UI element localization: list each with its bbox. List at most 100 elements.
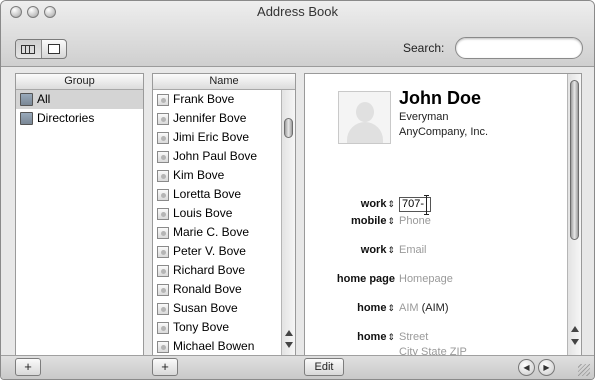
previous-card-button[interactable]: ◀ (518, 359, 535, 376)
updown-arrows-icon: ⇕ (387, 216, 395, 226)
contact-card-icon (157, 283, 169, 296)
list-item[interactable]: Michael Bowen (153, 337, 281, 356)
person-silhouette-body (347, 122, 383, 143)
updown-arrows-icon: ⇕ (387, 303, 395, 313)
contact-card-icon (157, 321, 169, 334)
contact-card-icon (157, 245, 169, 258)
updown-arrows-icon: ⇕ (387, 245, 395, 255)
card-only-view-button[interactable] (40, 40, 67, 58)
view-mode-control (15, 39, 67, 59)
contact-card-icon (157, 207, 169, 220)
contact-card-icon (157, 93, 169, 106)
list-item[interactable]: Tony Bove (153, 318, 281, 337)
scroll-down-arrow-icon[interactable] (285, 342, 293, 348)
contact-card-icon (157, 340, 169, 353)
list-item[interactable]: Peter V. Bove (153, 242, 281, 261)
list-item[interactable]: Loretta Bove (153, 185, 281, 204)
contact-name: Michael Bowen (173, 339, 255, 353)
contact-card-icon (157, 169, 169, 182)
contact-name: Kim Bove (173, 168, 225, 182)
column-view-button[interactable] (16, 40, 41, 58)
list-item[interactable]: Richard Bove (153, 261, 281, 280)
group-item-label: All (37, 92, 51, 106)
contact-name: Loretta Bove (173, 187, 242, 201)
contact-name: John Paul Bove (173, 149, 258, 163)
mobile-phone-field[interactable]: Phone (399, 215, 431, 227)
contact-name: Peter V. Bove (173, 244, 246, 258)
card-scrollbar[interactable] (567, 74, 581, 355)
field-label-text: mobile (351, 215, 387, 227)
homepage-label: home page (336, 273, 395, 285)
contact-card-icon (157, 131, 169, 144)
title-toolbar: Address Book Search: (1, 1, 594, 67)
search-input[interactable] (455, 37, 583, 59)
address-street-field[interactable]: Street (399, 331, 428, 343)
contact-card-icon (157, 264, 169, 277)
list-item[interactable]: Marie C. Bove (153, 223, 281, 242)
list-item[interactable]: Jimi Eric Bove (153, 128, 281, 147)
mobile-phone-label[interactable]: mobile⇕ (305, 215, 395, 227)
resize-grip-icon[interactable] (578, 364, 590, 376)
aim-field[interactable]: AIM (AIM) (399, 302, 449, 314)
group-item-all[interactable]: All (16, 90, 143, 109)
window-title: Address Book (257, 4, 338, 19)
contact-name: Marie C. Bove (173, 225, 250, 239)
contact-card-icon (157, 150, 169, 163)
card-view-icon (47, 44, 60, 54)
name-column-header[interactable]: Name (153, 74, 295, 90)
contact-card-icon (157, 188, 169, 201)
group-column: Group All Directories (15, 73, 144, 356)
field-label-text: work (360, 244, 387, 256)
group-item-directories[interactable]: Directories (16, 109, 143, 128)
scroll-up-arrow-icon[interactable] (285, 330, 293, 336)
add-group-button[interactable]: + (15, 358, 41, 376)
address-book-window: Address Book Search: Group All Directori… (0, 0, 595, 380)
list-item[interactable]: Frank Bove (153, 90, 281, 109)
group-column-header[interactable]: Group (16, 74, 143, 90)
email-field[interactable]: Email (399, 244, 427, 256)
contact-job-title[interactable]: Everyman (399, 111, 449, 123)
list-item[interactable]: Jennifer Bove (153, 109, 281, 128)
contact-name: Susan Bove (173, 301, 238, 315)
name-column: Name Frank Bove Jennifer Bove Jimi Eric … (152, 73, 296, 356)
field-label-text: home (357, 302, 387, 314)
contact-company[interactable]: AnyCompany, Inc. (399, 126, 488, 138)
directory-icon (20, 112, 33, 125)
contact-card-icon (157, 226, 169, 239)
person-silhouette-icon (356, 102, 374, 122)
card-column: John Doe Everyman AnyCompany, Inc. work⇕… (304, 73, 582, 358)
contact-card-icon (157, 302, 169, 315)
list-item[interactable]: John Paul Bove (153, 147, 281, 166)
search-label: Search: (403, 41, 445, 55)
contact-name: Jennifer Bove (173, 111, 247, 125)
scrollbar-thumb[interactable] (570, 80, 579, 240)
homepage-field[interactable]: Homepage (399, 273, 453, 285)
aim-placeholder: AIM (399, 302, 419, 314)
address-label[interactable]: home⇕ (305, 331, 395, 343)
group-item-label: Directories (37, 111, 95, 125)
contact-name: Tony Bove (173, 320, 230, 334)
bottom-bar: + + Edit ◀ ▶ (1, 355, 594, 379)
contact-name: Ronald Bove (173, 282, 242, 296)
contact-photo[interactable] (338, 91, 391, 144)
scrollbar-thumb[interactable] (284, 118, 293, 138)
aim-service-label: (AIM) (421, 302, 449, 314)
list-item[interactable]: Susan Bove (153, 299, 281, 318)
work-phone-label[interactable]: work⇕ (305, 198, 395, 210)
name-list-scrollbar[interactable] (281, 90, 295, 356)
aim-label[interactable]: home⇕ (305, 302, 395, 314)
list-item[interactable]: Ronald Bove (153, 280, 281, 299)
contact-name: Louis Bove (173, 206, 233, 220)
group-icon (20, 93, 33, 106)
scroll-down-arrow-icon[interactable] (571, 339, 579, 345)
add-person-button[interactable]: + (152, 358, 178, 376)
edit-button[interactable]: Edit (304, 358, 344, 376)
contact-full-name[interactable]: John Doe (399, 88, 481, 109)
list-item[interactable]: Kim Bove (153, 166, 281, 185)
next-card-button[interactable]: ▶ (538, 359, 555, 376)
email-label[interactable]: work⇕ (305, 244, 395, 256)
list-item[interactable]: Louis Bove (153, 204, 281, 223)
contact-card-icon (157, 112, 169, 125)
scroll-up-arrow-icon[interactable] (571, 326, 579, 332)
updown-arrows-icon: ⇕ (387, 332, 395, 342)
